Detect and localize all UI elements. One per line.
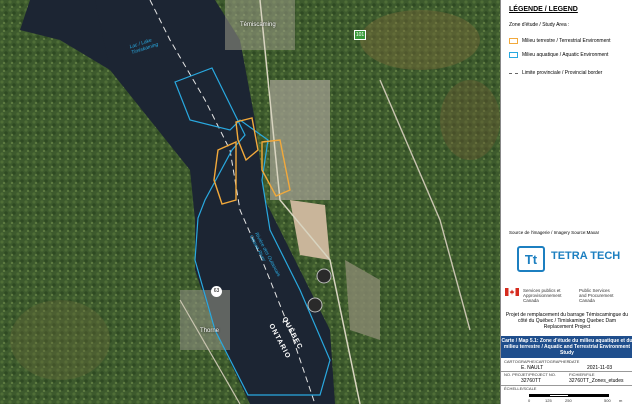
scale-tick: 0 [528,398,531,403]
aquatic-swatch-icon [509,52,518,58]
scale-bar [529,394,609,397]
clarifier-tank [316,268,332,284]
tetratech-name: TETRA TECH [551,250,621,262]
legend-title: LÉGENDE / LEGEND [509,6,578,13]
satellite-map [0,0,500,404]
label-thorne: Thorne [200,328,220,334]
legend-item-aquatic: Milieu aquatique / Aquatic Environment [509,52,608,58]
date-label: DATE [569,359,580,364]
route-101-shield: 101 [354,30,366,40]
scale-unit: m [619,398,623,403]
border-line-icon [509,72,518,74]
legend-panel: LÉGENDE / LEGEND Zone d'étude / Study Ar… [500,0,632,404]
terrestrial-swatch-icon [509,38,518,44]
legend-study-area: Zone d'étude / Study Area : [509,22,570,28]
forest-patch [440,80,500,160]
town-thorne [180,290,230,350]
scale-label: ÉCHELLE/SCALE [504,386,537,391]
scale-tick: 250 [565,398,572,403]
gov-name-fr: Services publics et Approvisionnement Ca… [523,288,562,303]
label-temiscaming: Témiscaming [240,22,276,28]
canada-flag-icon [505,288,519,296]
cartographer-label: CARTOGRAPHE/CARTOGRAPHER [504,359,570,364]
gov-name-en: Public Services and Procurement Canada [579,288,614,303]
file-label: FICHIER/FILE [569,372,595,377]
map-area[interactable]: 101 63 Témiscaming Thorne Lac / Lake Tim… [0,0,500,404]
clarifier-tank [307,297,323,313]
legend-item-border: Limite provinciale / Provincial border [509,70,602,76]
imagery-source: Source de l'imagerie / Imagery Source:Ma… [509,230,600,235]
tetratech-logo-icon: Tt [517,246,545,272]
scale-tick: 500 [604,398,611,403]
forest-patch [360,10,480,70]
project-title: Projet de remplacement du barrage Témisc… [505,312,629,330]
map-title: Carte / Map 5.1: Zone d'étude du milieu … [501,336,632,358]
legend-item-label: Limite provinciale / Provincial border [522,70,603,76]
route-63-shield: 63 [211,286,222,297]
legend-item-label: Milieu terrestre / Terrestrial Environme… [522,38,611,44]
legend-item-terrestrial: Milieu terrestre / Terrestrial Environme… [509,38,611,44]
project-no-label: NO. PROJET/PROJECT NO. [504,372,556,377]
legend-item-label: Milieu aquatique / Aquatic Environment [522,52,609,58]
forest-patch [10,300,110,380]
project-no-value: 32760TT [521,378,542,384]
scale-tick: 125 [545,398,552,403]
file-value: 32760TT_Zones_etudes [569,378,624,384]
